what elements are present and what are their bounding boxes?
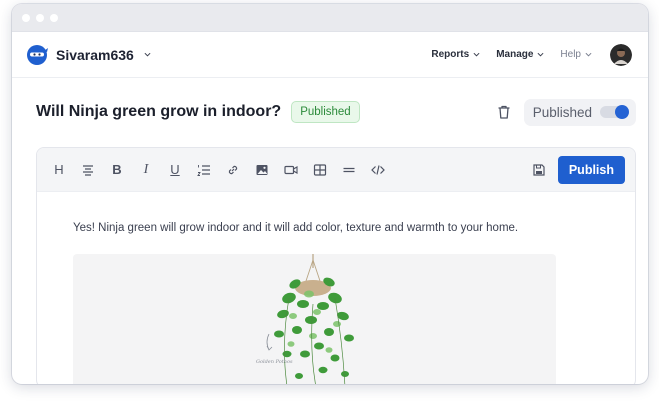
table-icon[interactable] xyxy=(311,161,329,179)
window-dot[interactable] xyxy=(50,13,58,22)
code-icon[interactable] xyxy=(369,161,387,179)
chevron-down-icon xyxy=(537,52,544,57)
bold-icon[interactable]: B xyxy=(108,161,126,179)
published-toggle-label: Published xyxy=(532,104,592,120)
nav-reports-label: Reports xyxy=(431,49,470,60)
user-avatar[interactable] xyxy=(610,43,632,66)
italic-icon[interactable]: I xyxy=(137,161,155,179)
app-header: Sivaram636 Reports Manage Help xyxy=(12,32,648,78)
article-actions: Published xyxy=(496,98,636,126)
ordered-list-icon[interactable] xyxy=(195,161,213,179)
workspace-name: Sivaram636 xyxy=(56,46,134,63)
divider-icon[interactable] xyxy=(340,161,358,179)
article-header: Will Ninja green grow in indoor? Publish… xyxy=(36,96,636,128)
align-center-icon[interactable] xyxy=(79,161,97,179)
toggle-knob xyxy=(615,105,629,119)
chevron-down-icon xyxy=(144,52,151,57)
publish-button[interactable]: Publish xyxy=(557,155,625,184)
underline-icon[interactable]: U xyxy=(166,161,184,179)
editor-content[interactable]: Yes! Ninja green will grow indoor and it… xyxy=(37,192,635,384)
nav-help-label: Help xyxy=(560,49,581,60)
window-dot[interactable] xyxy=(22,13,30,22)
published-toggle[interactable]: Published xyxy=(523,98,636,126)
plant-image[interactable]: Golden Pothos xyxy=(73,254,556,384)
trash-icon[interactable] xyxy=(496,104,512,120)
status-badge: Published xyxy=(291,101,360,123)
window-titlebar xyxy=(12,4,648,32)
top-nav: Reports Manage Help xyxy=(431,43,632,66)
save-icon[interactable] xyxy=(530,161,548,179)
editor-toolbar: H B I U Publish xyxy=(37,148,635,192)
video-icon[interactable] xyxy=(282,161,300,179)
nav-manage-label: Manage xyxy=(496,49,534,60)
image-icon[interactable] xyxy=(253,161,271,179)
heading-icon[interactable]: H xyxy=(50,161,68,179)
link-icon[interactable] xyxy=(224,161,242,179)
window-dot[interactable] xyxy=(36,13,44,22)
chevron-down-icon xyxy=(473,52,480,57)
nav-reports[interactable]: Reports xyxy=(431,49,480,60)
ninja-logo-icon xyxy=(27,44,48,65)
nav-manage[interactable]: Manage xyxy=(496,49,544,60)
hanging-plant-illustration xyxy=(266,254,354,384)
image-caption: Golden Pothos xyxy=(256,359,293,365)
rich-text-editor: H B I U Publish Yes! Ninja green will gr… xyxy=(36,147,636,384)
nav-help[interactable]: Help xyxy=(560,49,592,60)
toolbar-actions: Publish xyxy=(530,155,625,184)
toggle-switch[interactable] xyxy=(600,105,629,119)
chevron-down-icon xyxy=(585,52,592,57)
article-title: Will Ninja green grow in indoor? xyxy=(36,103,282,120)
article-paragraph[interactable]: Yes! Ninja green will grow indoor and it… xyxy=(73,222,635,234)
workspace-switcher[interactable]: Sivaram636 xyxy=(26,44,151,66)
app-window: Sivaram636 Reports Manage Help Will Ninj… xyxy=(12,4,648,384)
